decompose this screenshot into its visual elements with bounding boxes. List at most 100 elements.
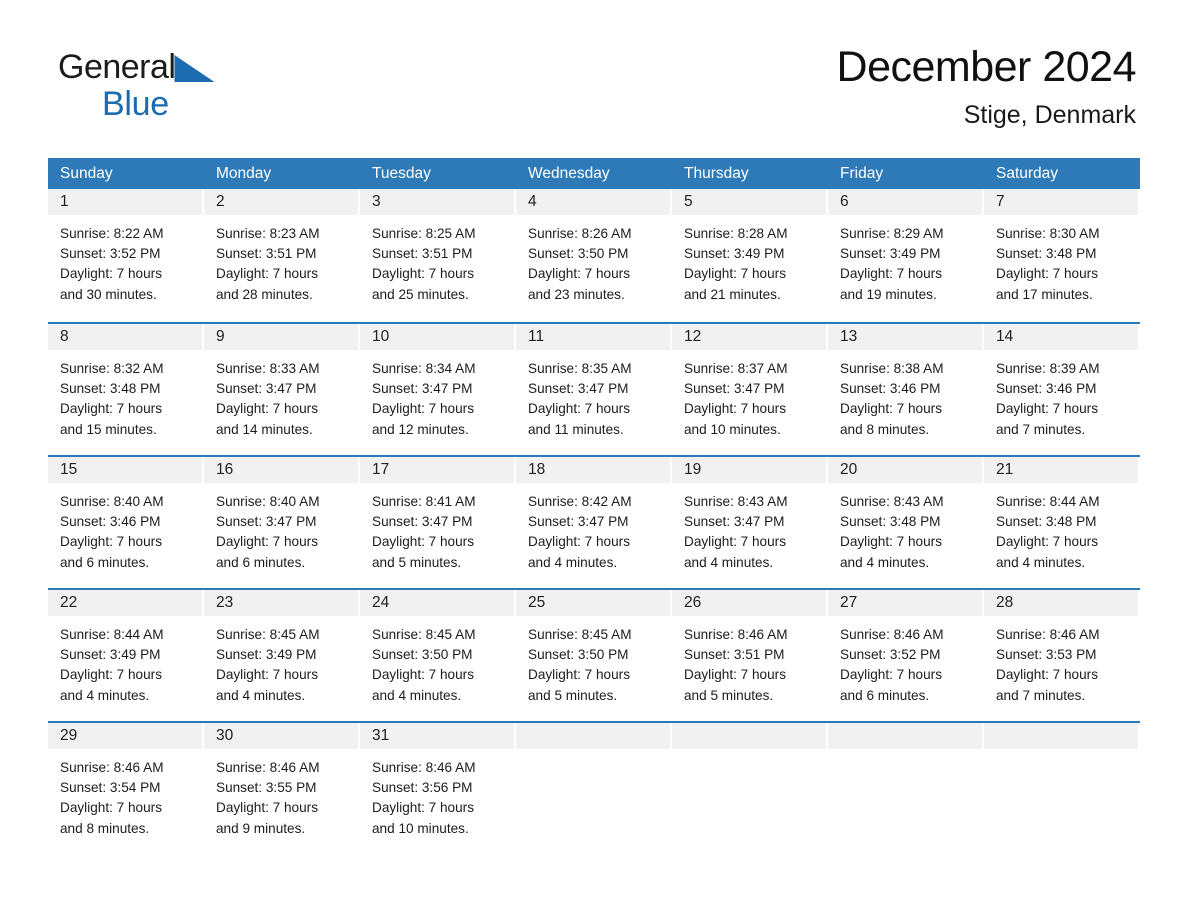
day-number-band: 7 bbox=[984, 189, 1140, 215]
daylight-text-line2: and 15 minutes. bbox=[60, 421, 157, 437]
calendar-day-cell[interactable]: 29 Sunrise: 8:46 AM Sunset: 3:54 PM Dayligh… bbox=[48, 723, 204, 854]
calendar-day-cell[interactable]: 3 Sunrise: 8:25 AM Sunset: 3:51 PM Daylight… bbox=[360, 189, 516, 322]
calendar-day-cell[interactable]: 19 Sunrise: 8:43 AM Sunset: 3:47 PM Dayligh… bbox=[672, 457, 828, 588]
sunset-text: Sunset: 3:47 PM bbox=[216, 514, 317, 530]
day-details bbox=[828, 749, 984, 758]
sunrise-text: Sunrise: 8:46 AM bbox=[372, 760, 476, 775]
calendar-day-cell[interactable]: 1 Sunrise: 8:22 AM Sunset: 3:52 PM Daylight… bbox=[48, 189, 204, 322]
calendar-week-row: 22 Sunrise: 8:44 AM Sunset: 3:49 PM Dayligh… bbox=[48, 588, 1140, 721]
calendar-day-cell[interactable]: 16 Sunrise: 8:40 AM Sunset: 3:47 PM Dayligh… bbox=[204, 457, 360, 588]
day-details: Sunrise: 8:43 AM Sunset: 3:47 PM Daylight:… bbox=[672, 483, 828, 573]
day-number-band: 18 bbox=[516, 457, 672, 483]
calendar-day-cell[interactable]: 27 Sunrise: 8:46 AM Sunset: 3:52 PM Dayligh… bbox=[828, 590, 984, 721]
daylight-text-line2: and 30 minutes. bbox=[60, 286, 157, 302]
day-number: 28 bbox=[996, 594, 1014, 611]
calendar-day-cell[interactable]: 21 Sunrise: 8:44 AM Sunset: 3:48 PM Dayligh… bbox=[984, 457, 1140, 588]
day-number: 14 bbox=[996, 328, 1014, 345]
day-details: Sunrise: 8:46 AM Sunset: 3:52 PM Daylight:… bbox=[828, 616, 984, 706]
sunset-text: Sunset: 3:48 PM bbox=[840, 514, 941, 530]
calendar-day-cell[interactable]: 5 Sunrise: 8:28 AM Sunset: 3:49 PM Daylight… bbox=[672, 189, 828, 322]
sunrise-text: Sunrise: 8:32 AM bbox=[60, 361, 164, 376]
calendar-day-cell[interactable]: 20 Sunrise: 8:43 AM Sunset: 3:48 PM Dayligh… bbox=[828, 457, 984, 588]
day-number-band: 27 bbox=[828, 590, 984, 616]
day-number-band bbox=[828, 723, 984, 749]
daylight-text-line1: Daylight: 7 hours bbox=[216, 534, 319, 550]
sunrise-text: Sunrise: 8:45 AM bbox=[216, 627, 320, 642]
calendar-day-cell[interactable]: 17 Sunrise: 8:41 AM Sunset: 3:47 PM Dayligh… bbox=[360, 457, 516, 588]
sunrise-text: Sunrise: 8:44 AM bbox=[996, 494, 1100, 509]
daylight-text-line1: Daylight: 7 hours bbox=[372, 401, 475, 417]
sunrise-text: Sunrise: 8:39 AM bbox=[996, 361, 1100, 376]
daylight-text-line2: and 28 minutes. bbox=[216, 286, 313, 302]
calendar-day-cell[interactable]: 22 Sunrise: 8:44 AM Sunset: 3:49 PM Dayligh… bbox=[48, 590, 204, 721]
daylight-text-line2: and 4 minutes. bbox=[528, 554, 618, 570]
daylight-text-line1: Daylight: 7 hours bbox=[840, 401, 943, 417]
daylight-text-line1: Daylight: 7 hours bbox=[60, 800, 163, 816]
daylight-text-line2: and 11 minutes. bbox=[528, 421, 624, 437]
sunset-text: Sunset: 3:49 PM bbox=[840, 246, 941, 262]
calendar-day-cell[interactable]: 13 Sunrise: 8:38 AM Sunset: 3:46 PM Dayligh… bbox=[828, 324, 984, 455]
day-number: 12 bbox=[684, 328, 702, 345]
day-number-band: 4 bbox=[516, 189, 672, 215]
daylight-text-line1: Daylight: 7 hours bbox=[840, 667, 943, 683]
calendar-day-cell[interactable]: 26 Sunrise: 8:46 AM Sunset: 3:51 PM Dayligh… bbox=[672, 590, 828, 721]
dow-saturday: Saturday bbox=[996, 165, 1059, 182]
day-number-band: 25 bbox=[516, 590, 672, 616]
calendar-day-cell[interactable]: 8 Sunrise: 8:32 AM Sunset: 3:48 PM Daylight… bbox=[48, 324, 204, 455]
daylight-text-line2: and 7 minutes. bbox=[996, 687, 1086, 703]
calendar-day-cell[interactable]: 30 Sunrise: 8:46 AM Sunset: 3:55 PM Dayligh… bbox=[204, 723, 360, 854]
calendar-weeks: 1 Sunrise: 8:22 AM Sunset: 3:52 PM Daylight… bbox=[48, 189, 1140, 854]
daylight-text-line2: and 12 minutes. bbox=[372, 421, 469, 437]
calendar-week-row: 29 Sunrise: 8:46 AM Sunset: 3:54 PM Dayligh… bbox=[48, 721, 1140, 854]
calendar-day-cell[interactable]: 25 Sunrise: 8:45 AM Sunset: 3:50 PM Dayligh… bbox=[516, 590, 672, 721]
sunrise-text: Sunrise: 8:30 AM bbox=[996, 226, 1100, 241]
sunset-text: Sunset: 3:47 PM bbox=[528, 381, 629, 397]
calendar-day-cell[interactable]: 9 Sunrise: 8:33 AM Sunset: 3:47 PM Daylight… bbox=[204, 324, 360, 455]
daylight-text-line2: and 6 minutes. bbox=[840, 687, 930, 703]
calendar-week-row: 8 Sunrise: 8:32 AM Sunset: 3:48 PM Daylight… bbox=[48, 322, 1140, 455]
daylight-text-line2: and 6 minutes. bbox=[216, 554, 306, 570]
calendar-day-cell[interactable]: 18 Sunrise: 8:42 AM Sunset: 3:47 PM Dayligh… bbox=[516, 457, 672, 588]
calendar-day-cell[interactable]: 12 Sunrise: 8:37 AM Sunset: 3:47 PM Dayligh… bbox=[672, 324, 828, 455]
calendar-day-cell[interactable]: 7 Sunrise: 8:30 AM Sunset: 3:48 PM Daylight… bbox=[984, 189, 1140, 322]
sunset-text: Sunset: 3:51 PM bbox=[216, 246, 317, 262]
calendar-day-cell-empty bbox=[828, 723, 984, 854]
day-number: 30 bbox=[216, 727, 234, 744]
day-number-band: 9 bbox=[204, 324, 360, 350]
calendar-day-cell[interactable]: 10 Sunrise: 8:34 AM Sunset: 3:47 PM Dayligh… bbox=[360, 324, 516, 455]
calendar-day-cell[interactable]: 14 Sunrise: 8:39 AM Sunset: 3:46 PM Dayligh… bbox=[984, 324, 1140, 455]
daylight-text-line2: and 4 minutes. bbox=[996, 554, 1086, 570]
day-details: Sunrise: 8:45 AM Sunset: 3:50 PM Daylight:… bbox=[360, 616, 516, 706]
sunrise-text: Sunrise: 8:46 AM bbox=[996, 627, 1100, 642]
day-number-band: 6 bbox=[828, 189, 984, 215]
sunset-text: Sunset: 3:46 PM bbox=[840, 381, 941, 397]
daylight-text-line1: Daylight: 7 hours bbox=[996, 401, 1099, 417]
calendar-week-row: 1 Sunrise: 8:22 AM Sunset: 3:52 PM Daylight… bbox=[48, 189, 1140, 322]
daylight-text-line1: Daylight: 7 hours bbox=[996, 534, 1099, 550]
daylight-text-line2: and 4 minutes. bbox=[216, 687, 306, 703]
calendar-day-cell[interactable]: 28 Sunrise: 8:46 AM Sunset: 3:53 PM Dayligh… bbox=[984, 590, 1140, 721]
day-details: Sunrise: 8:25 AM Sunset: 3:51 PM Daylight:… bbox=[360, 215, 516, 305]
calendar-day-cell[interactable]: 23 Sunrise: 8:45 AM Sunset: 3:49 PM Dayligh… bbox=[204, 590, 360, 721]
sunset-text: Sunset: 3:56 PM bbox=[372, 780, 473, 796]
calendar-day-cell[interactable]: 4 Sunrise: 8:26 AM Sunset: 3:50 PM Daylight… bbox=[516, 189, 672, 322]
calendar-day-cell[interactable]: 15 Sunrise: 8:40 AM Sunset: 3:46 PM Dayligh… bbox=[48, 457, 204, 588]
logo-top-row: General bbox=[58, 50, 215, 86]
calendar-day-cell[interactable]: 24 Sunrise: 8:45 AM Sunset: 3:50 PM Dayligh… bbox=[360, 590, 516, 721]
daylight-text-line2: and 4 minutes. bbox=[840, 554, 930, 570]
calendar-day-cell[interactable]: 2 Sunrise: 8:23 AM Sunset: 3:51 PM Daylight… bbox=[204, 189, 360, 322]
daylight-text-line1: Daylight: 7 hours bbox=[60, 534, 163, 550]
day-number-band: 26 bbox=[672, 590, 828, 616]
calendar-day-cell[interactable]: 11 Sunrise: 8:35 AM Sunset: 3:47 PM Dayligh… bbox=[516, 324, 672, 455]
day-details: Sunrise: 8:34 AM Sunset: 3:47 PM Daylight:… bbox=[360, 350, 516, 440]
day-number: 11 bbox=[528, 328, 545, 345]
logo-triangle-icon bbox=[174, 55, 215, 82]
calendar-day-cell[interactable]: 31 Sunrise: 8:46 AM Sunset: 3:56 PM Dayligh… bbox=[360, 723, 516, 854]
day-number-band: 29 bbox=[48, 723, 204, 749]
sunset-text: Sunset: 3:50 PM bbox=[528, 647, 629, 663]
sunset-text: Sunset: 3:48 PM bbox=[60, 381, 161, 397]
calendar-day-cell[interactable]: 6 Sunrise: 8:29 AM Sunset: 3:49 PM Daylight… bbox=[828, 189, 984, 322]
day-number: 23 bbox=[216, 594, 234, 611]
day-details: Sunrise: 8:23 AM Sunset: 3:51 PM Daylight:… bbox=[204, 215, 360, 305]
sunrise-text: Sunrise: 8:22 AM bbox=[60, 226, 164, 241]
